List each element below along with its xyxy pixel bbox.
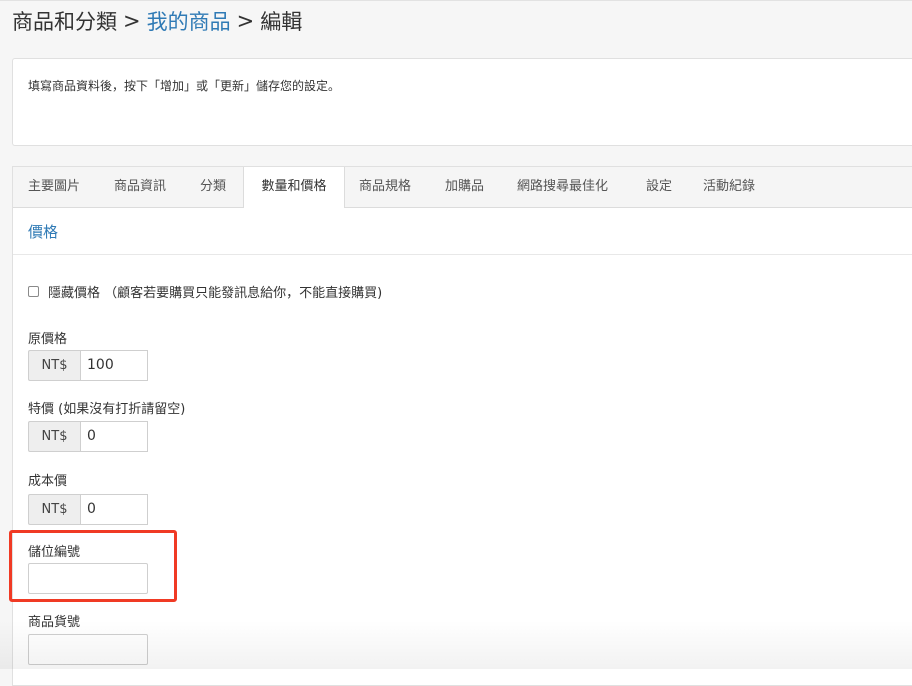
tab-seo[interactable]: 網路搜尋最佳化 <box>517 167 608 207</box>
special-price-input[interactable]: 0 <box>80 421 148 452</box>
breadcrumb: 商品和分類 > 我的商品 > 編輯 <box>12 4 302 38</box>
tab-product-info[interactable]: 商品資訊 <box>114 167 166 207</box>
breadcrumb-separator: > <box>123 9 141 33</box>
section-divider <box>13 254 912 255</box>
cost-price-input[interactable]: 0 <box>80 494 148 525</box>
hide-price-row: 隱藏價格 （顧客若要購買只能發訊息給你，不能直接購買) <box>28 282 382 301</box>
currency-addon: NT$ <box>28 494 80 525</box>
breadcrumb-root: 商品和分類 <box>12 10 117 34</box>
breadcrumb-current: 編輯 <box>260 10 303 34</box>
original-price-input[interactable]: 100 <box>80 350 148 381</box>
storage-code-label: 儲位編號 <box>28 545 81 560</box>
info-panel: 填寫商品資料後，按下「增加」或「更新」儲存您的設定。 <box>12 58 912 146</box>
product-edit-card: 主要圖片 商品資訊 分類 數量和價格 商品規格 加購品 網路搜尋最佳化 設定 活… <box>12 166 912 686</box>
currency-addon: NT$ <box>28 350 80 381</box>
product-code-label: 商品貨號 <box>28 615 81 630</box>
currency-addon: NT$ <box>28 421 80 452</box>
hide-price-checkbox[interactable] <box>28 286 39 297</box>
hide-price-label: 隱藏價格 （顧客若要購買只能發訊息給你，不能直接購買) <box>48 286 383 301</box>
breadcrumb-separator: > <box>236 9 255 33</box>
special-price-label: 特價 (如果沒有打折請留空) <box>28 402 186 417</box>
cost-price-group: NT$ 0 <box>28 494 148 525</box>
tab-addon-products[interactable]: 加購品 <box>445 167 484 207</box>
tab-bar: 主要圖片 商品資訊 分類 數量和價格 商品規格 加購品 網路搜尋最佳化 設定 活… <box>13 167 912 208</box>
original-price-group: NT$ 100 <box>28 350 148 381</box>
info-text: 填寫商品資料後，按下「增加」或「更新」儲存您的設定。 <box>28 79 341 93</box>
breadcrumb-my-products-link[interactable]: 我的商品 <box>147 6 231 36</box>
section-title-price: 價格 <box>28 223 59 241</box>
special-price-group: NT$ 0 <box>28 421 148 452</box>
cost-price-label: 成本價 <box>28 474 68 489</box>
tab-settings[interactable]: 設定 <box>646 167 672 207</box>
storage-code-input[interactable] <box>28 563 148 594</box>
tab-main-images[interactable]: 主要圖片 <box>28 167 80 207</box>
tab-quantity-price[interactable]: 數量和價格 <box>243 167 345 208</box>
top-divider <box>0 0 912 1</box>
product-code-input[interactable] <box>28 634 148 665</box>
tab-categories[interactable]: 分類 <box>200 167 226 207</box>
original-price-label: 原價格 <box>28 332 68 347</box>
tab-product-specs[interactable]: 商品規格 <box>359 167 411 207</box>
tab-activity-log[interactable]: 活動紀錄 <box>703 167 755 207</box>
